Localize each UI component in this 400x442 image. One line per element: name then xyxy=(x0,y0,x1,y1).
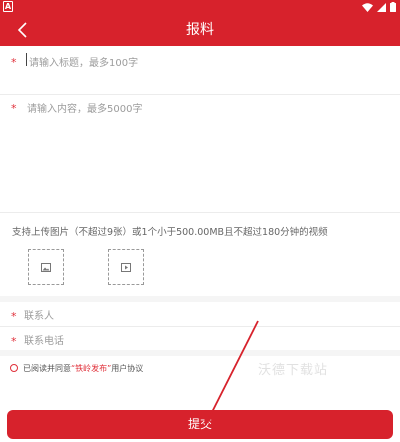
agreement-checkbox[interactable] xyxy=(10,364,18,372)
required-mark: * xyxy=(11,102,17,115)
submit-button[interactable]: 提交 xyxy=(7,410,393,439)
divider xyxy=(0,94,400,95)
agreement-row: 已阅读并同意“铁岭发布”用户协议 xyxy=(10,362,143,374)
contact-phone-input[interactable]: 联系电话 xyxy=(24,332,64,347)
required-mark: * xyxy=(11,310,17,323)
notification-badge: A xyxy=(3,1,13,12)
agreement-suffix: 用户协议 xyxy=(111,363,144,373)
app-bar: 报料 xyxy=(0,14,400,46)
status-bar: A xyxy=(0,0,400,14)
section-gap xyxy=(0,296,400,302)
upload-hint: 支持上传图片（不超过9张）或1个小于500.00MB且不超过180分钟的视频 xyxy=(12,227,328,238)
upload-image-button[interactable] xyxy=(28,249,64,285)
image-icon xyxy=(41,262,51,272)
battery-icon xyxy=(390,2,396,12)
required-mark: * xyxy=(11,335,17,348)
content-textarea[interactable]: 请输入内容，最多5000字 xyxy=(27,100,142,115)
text-cursor xyxy=(26,53,27,66)
agreement-link[interactable]: “铁岭发布” xyxy=(71,364,111,373)
agreement-prefix: 已阅读并同意 xyxy=(23,363,71,373)
contact-name-input[interactable]: 联系人 xyxy=(24,307,54,322)
section-gap xyxy=(0,350,400,356)
divider xyxy=(0,326,400,327)
wifi-icon xyxy=(362,2,373,12)
required-mark: * xyxy=(11,56,17,69)
upload-video-button[interactable] xyxy=(108,249,144,285)
divider xyxy=(0,212,400,213)
video-icon xyxy=(121,262,131,272)
page-title: 报料 xyxy=(186,22,214,38)
agreement-text: 已阅读并同意“铁岭发布”用户协议 xyxy=(23,363,143,374)
watermark: 沃德下载站 xyxy=(258,363,329,378)
title-input[interactable]: 请输入标题，最多100字 xyxy=(29,54,138,69)
status-icons xyxy=(362,1,396,13)
signal-icon xyxy=(377,2,386,12)
